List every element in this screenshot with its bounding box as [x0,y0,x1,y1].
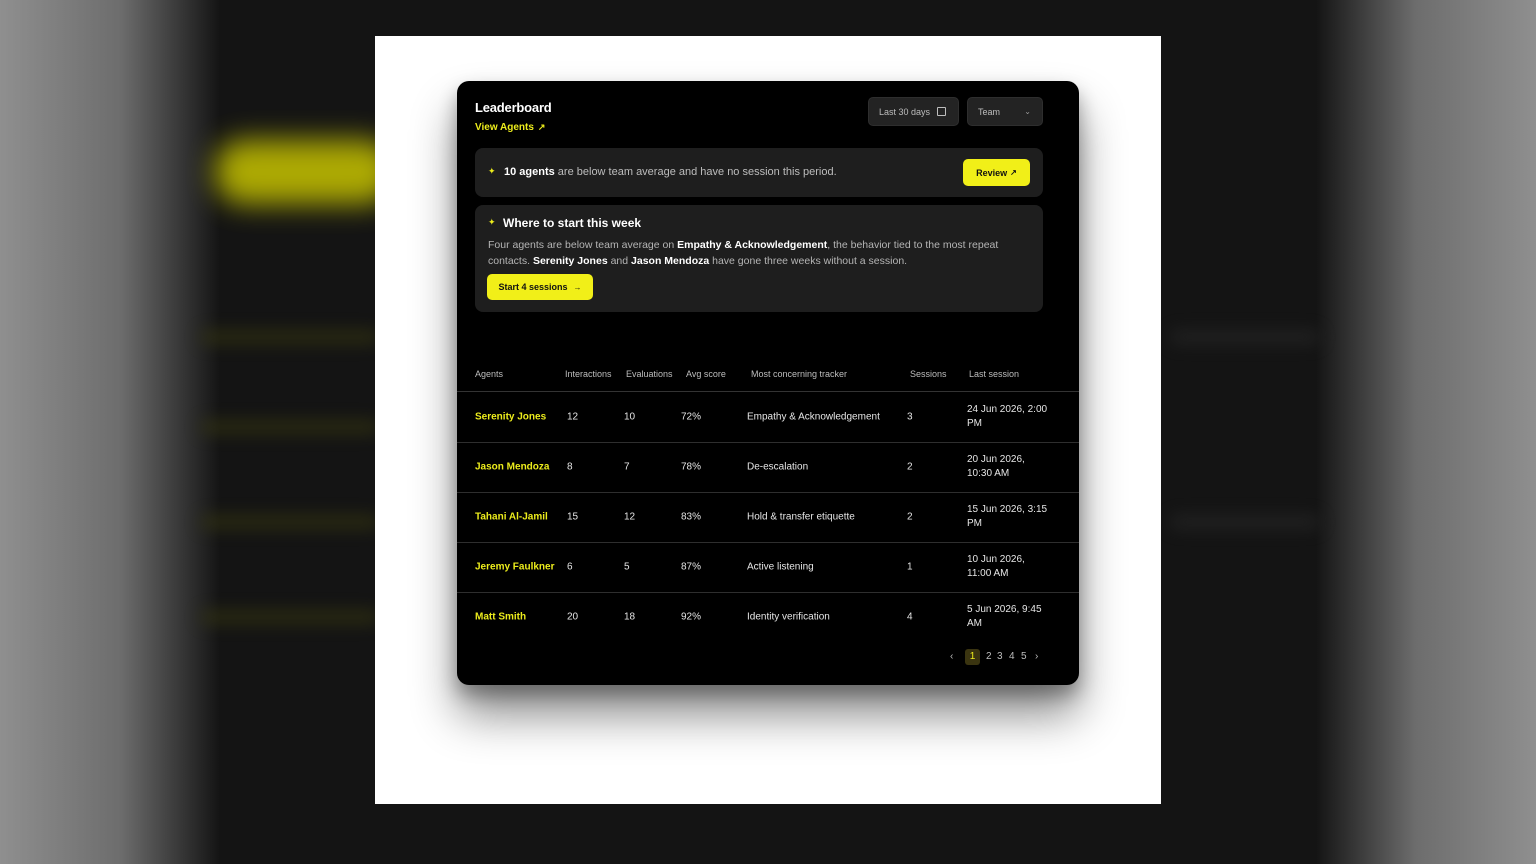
page-button-1[interactable]: 1 [965,649,980,665]
last-session-cell: 20 Jun 2026, 10:30 AM [967,454,1025,479]
last-session-cell: 10 Jun 2026, 11:00 AM [967,554,1025,579]
column-header[interactable]: Interactions [565,369,612,379]
insight-behavior: Empathy & Acknowledgement [677,239,828,251]
avg-score-cell: 83% [681,511,702,523]
insight-text: Four agents are below team average on [488,239,678,251]
page-button-2[interactable]: 2 [986,651,992,662]
agent-name[interactable]: Serenity Jones [475,412,546,423]
column-header[interactable]: Agents [475,369,503,379]
column-header[interactable]: Evaluations [626,369,673,379]
blurred-highlight [215,140,395,204]
table-row[interactable]: Jason Mendoza 8 7 78% De-escalation 2 20… [457,442,1079,493]
avg-score-cell: 92% [681,611,702,623]
agent-name[interactable]: Jason Mendoza [475,462,549,473]
start-sessions-button[interactable]: Start 4 sessions → [487,274,593,300]
sessions-cell: 1 [907,561,913,573]
review-button[interactable]: Review ↗ [963,159,1030,186]
column-header[interactable]: Most concerning tracker [751,369,847,379]
view-agents-link[interactable]: View Agents ↗ [475,122,545,133]
alert-text: 10 agents are below team average and hav… [504,166,837,178]
column-header[interactable]: Sessions [910,369,947,379]
page-button-5[interactable]: 5 [1021,651,1027,662]
alert-message: are below team average and have no sessi… [554,166,837,178]
avg-score-cell: 72% [681,411,702,423]
table-row[interactable]: Matt Smith 20 18 92% Identity verificati… [457,592,1079,642]
last-session-cell: 15 Jun 2026, 3:15 PM [967,504,1048,529]
evaluations-cell: 10 [624,411,636,423]
sessions-cell: 4 [907,611,913,623]
pagination: ‹ 1 2 3 4 5 › [457,648,1079,670]
evaluations-cell: 18 [624,611,636,623]
interactions-cell: 20 [567,611,579,623]
blurred-band [1170,515,1320,529]
avg-score-cell: 87% [681,561,702,573]
blurred-band [200,610,380,624]
review-label: Review [976,167,1008,178]
last-session-cell: 5 Jun 2026, 9:45 AM [967,604,1042,629]
chevron-right-icon[interactable]: › [1035,651,1038,662]
tracker-cell: Hold & transfer etiquette [747,511,855,523]
scope-select[interactable]: Team ⌄ [967,97,1043,126]
sessions-cell: 3 [907,411,913,423]
alert-highlight: 10 agents [504,166,555,178]
agent-name[interactable]: Matt Smith [475,612,526,623]
screenshot-frame: Leaderboard View Agents ↗ Last 30 days Te… [375,36,1161,804]
date-range-label: Last 30 days [879,106,931,117]
insight-body: Four agents are below team average on Em… [488,237,1018,269]
arrow-right-icon: → [573,282,582,292]
view-agents-label: View Agents [475,122,534,133]
arrow-up-right-icon: ↗ [537,122,546,132]
insight-title: Where to start this week [503,216,642,230]
column-header[interactable]: Avg score [686,369,726,379]
tracker-cell: Empathy & Acknowledgement [747,411,880,423]
start-sessions-label: Start 4 sessions [498,282,568,292]
leaderboard-card: Leaderboard View Agents ↗ Last 30 days Te… [457,81,1079,685]
insight-panel: ✦ Where to start this week Four agents a… [475,205,1043,312]
arrow-up-right-icon: ↗ [1010,168,1017,177]
blurred-band [200,330,380,344]
interactions-cell: 6 [567,561,573,573]
calendar-icon [937,107,947,116]
page-title: Leaderboard [475,100,552,115]
last-session-cell: 24 Jun 2026, 2:00 PM [967,404,1048,429]
blurred-band [200,515,380,529]
chevron-down-icon: ⌄ [1024,107,1031,116]
interactions-cell: 15 [567,511,579,523]
table-row[interactable]: Jeremy Faulkner 6 5 87% Active listening… [457,542,1079,593]
blurred-band [1170,330,1320,344]
agent-name[interactable]: Jeremy Faulkner [475,562,555,573]
column-header[interactable]: Last session [969,369,1019,379]
page-button-3[interactable]: 3 [997,651,1003,662]
insight-agent: Serenity Jones [532,255,608,267]
chevron-left-icon[interactable]: ‹ [950,651,953,662]
table-row[interactable]: Tahani Al-Jamil 15 12 83% Hold & transfe… [457,492,1079,543]
insight-text: have gone three weeks without a session. [709,255,908,267]
tracker-cell: Active listening [747,561,814,573]
avg-score-cell: 78% [681,461,702,473]
sparkle-icon: ✦ [488,217,496,227]
evaluations-cell: 7 [624,461,630,473]
insight-text: and [607,255,632,267]
date-range-filter[interactable]: Last 30 days [868,97,959,126]
tracker-cell: Identity verification [747,611,830,623]
table-row[interactable]: Serenity Jones 12 10 72% Empathy & Ackno… [457,392,1079,443]
alert-banner: ✦ 10 agents are below team average and h… [475,148,1043,197]
sessions-cell: 2 [907,511,913,523]
interactions-cell: 8 [567,461,573,473]
table-header: Agents Interactions Evaluations Avg scor… [457,369,1079,392]
blurred-band [200,420,380,434]
interactions-cell: 12 [567,411,579,423]
agent-name[interactable]: Tahani Al-Jamil [475,512,548,523]
sessions-cell: 2 [907,461,913,473]
evaluations-cell: 5 [624,561,630,573]
evaluations-cell: 12 [624,511,636,523]
sparkle-icon: ✦ [488,166,496,176]
tracker-cell: De-escalation [747,461,809,473]
insight-agent: Jason Mendoza [631,255,710,267]
page-button-4[interactable]: 4 [1009,651,1015,662]
scope-label: Team [978,106,1001,117]
